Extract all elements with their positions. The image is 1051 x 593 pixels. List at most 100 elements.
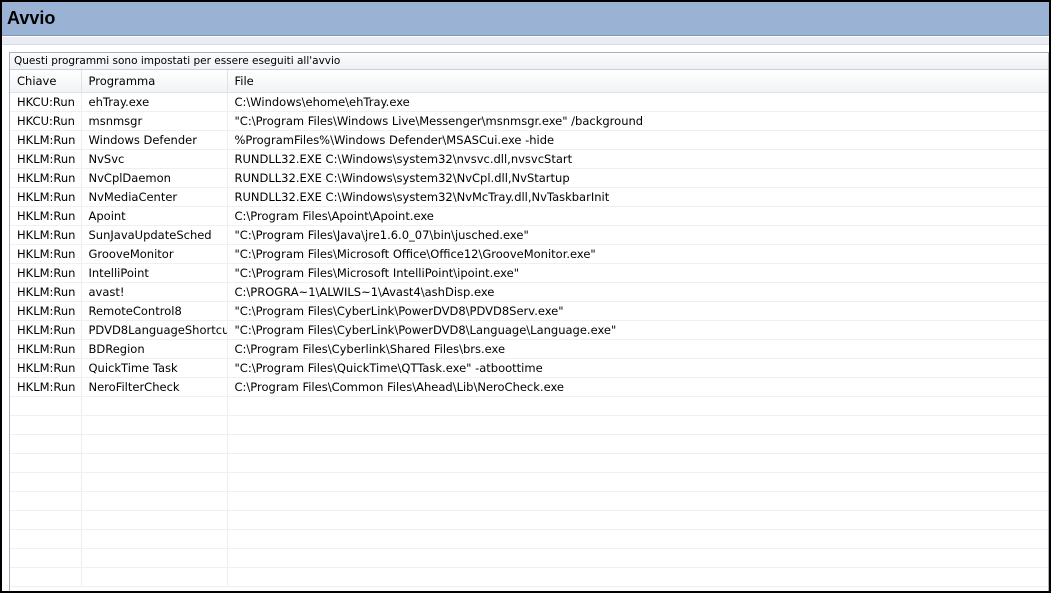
- empty-cell: [10, 396, 82, 416]
- cell-chiave: HKLM:Run: [10, 339, 82, 359]
- cell-programma: NeroFilterCheck: [81, 377, 228, 397]
- empty-row: [10, 472, 1048, 492]
- cell-file: "C:\Program Files\CyberLink\PowerDVD8\PD…: [227, 301, 1048, 321]
- table-row[interactable]: HKCU:Run ehTray.exe C:\Windows\ehome\ehTra…: [10, 92, 1048, 112]
- cell-file: "C:\Program Files\QuickTime\QTTask.exe" …: [227, 358, 1048, 378]
- cell-programma: IntelliPoint: [81, 263, 228, 283]
- table-row[interactable]: HKLM:Run Apoint C:\Program Files\Apoint\Ap…: [10, 206, 1048, 226]
- table-row[interactable]: HKLM:Run NvMediaCenter RUNDLL32.EXE C:\Win…: [10, 187, 1048, 207]
- cell-chiave: HKLM:Run: [10, 168, 82, 188]
- table-row[interactable]: HKLM:Run NeroFilterCheck C:\Program Files\…: [10, 377, 1048, 397]
- cell-chiave: HKLM:Run: [10, 187, 82, 207]
- title-bar: Avvio: [2, 2, 1049, 36]
- empty-cell: [227, 415, 1048, 435]
- cell-programma: QuickTime Task: [81, 358, 228, 378]
- cell-programma: NvSvc: [81, 149, 228, 169]
- startup-window: Avvio Questi programmi sono impostati pe…: [0, 0, 1051, 593]
- startup-table: Chiave Programma File HKCU:Run ehTray.exe…: [10, 70, 1048, 587]
- cell-programma: avast!: [81, 282, 228, 302]
- cell-chiave: HKLM:Run: [10, 358, 82, 378]
- empty-cell: [10, 510, 82, 530]
- table-row[interactable]: HKLM:Run RemoteControl8 "C:\Program Files\…: [10, 301, 1048, 321]
- empty-cell: [81, 510, 228, 530]
- title-separator: [2, 37, 1049, 45]
- empty-cell: [81, 548, 228, 568]
- cell-file: "C:\Program Files\Microsoft IntelliPoint…: [227, 263, 1048, 283]
- cell-programma: RemoteControl8: [81, 301, 228, 321]
- cell-programma: GrooveMonitor: [81, 244, 228, 264]
- cell-file: C:\Windows\ehome\ehTray.exe: [227, 92, 1048, 112]
- cell-chiave: HKLM:Run: [10, 282, 82, 302]
- empty-cell: [10, 529, 82, 549]
- cell-file: "C:\Program Files\Microsoft Office\Offic…: [227, 244, 1048, 264]
- empty-row: [10, 434, 1048, 454]
- empty-cell: [227, 529, 1048, 549]
- cell-programma: Windows Defender: [81, 130, 228, 150]
- table-row[interactable]: HKCU:Run msnmsgr "C:\Program Files\Windows…: [10, 111, 1048, 131]
- cell-chiave: HKLM:Run: [10, 301, 82, 321]
- cell-file: "C:\Program Files\CyberLink\PowerDVD8\La…: [227, 320, 1048, 340]
- empty-cell: [10, 415, 82, 435]
- empty-cell: [10, 567, 82, 587]
- empty-cell: [81, 453, 228, 473]
- page-title: Avvio: [7, 8, 56, 28]
- cell-chiave: HKLM:Run: [10, 206, 82, 226]
- cell-chiave: HKLM:Run: [10, 225, 82, 245]
- empty-row: [10, 567, 1048, 587]
- table-row[interactable]: HKLM:Run GrooveMonitor "C:\Program Files\M…: [10, 244, 1048, 264]
- empty-row: [10, 491, 1048, 511]
- cell-file: C:\Program Files\Common Files\Ahead\Lib\…: [227, 377, 1048, 397]
- empty-cell: [227, 567, 1048, 587]
- cell-programma: msnmsgr: [81, 111, 228, 131]
- table-row[interactable]: HKLM:Run avast! C:\PROGRA~1\ALWILS~1\Avast…: [10, 282, 1048, 302]
- empty-cell: [81, 567, 228, 587]
- column-header-file[interactable]: File: [227, 70, 1048, 93]
- cell-file: RUNDLL32.EXE C:\Windows\system32\NvMcTra…: [227, 187, 1048, 207]
- table-row[interactable]: HKLM:Run BDRegion C:\Program Files\Cyberli…: [10, 339, 1048, 359]
- cell-file: %ProgramFiles%\Windows Defender\MSASCui.…: [227, 130, 1048, 150]
- table-row[interactable]: HKLM:Run NvSvc RUNDLL32.EXE C:\Windows\sys…: [10, 149, 1048, 169]
- empty-cell: [227, 491, 1048, 511]
- panel-caption: Questi programmi sono impostati per esse…: [10, 53, 1048, 70]
- cell-file: C:\PROGRA~1\ALWILS~1\Avast4\ashDisp.exe: [227, 282, 1048, 302]
- empty-row: [10, 396, 1048, 416]
- cell-programma: NvMediaCenter: [81, 187, 228, 207]
- empty-cell: [10, 434, 82, 454]
- empty-row: [10, 510, 1048, 530]
- empty-cell: [227, 453, 1048, 473]
- empty-cell: [10, 548, 82, 568]
- table-row[interactable]: HKLM:Run QuickTime Task "C:\Program Files\…: [10, 358, 1048, 378]
- cell-programma: NvCplDaemon: [81, 168, 228, 188]
- cell-file: RUNDLL32.EXE C:\Windows\system32\nvsvc.d…: [227, 149, 1048, 169]
- cell-programma: SunJavaUpdateSched: [81, 225, 228, 245]
- table-row[interactable]: HKLM:Run NvCplDaemon RUNDLL32.EXE C:\Windo…: [10, 168, 1048, 188]
- empty-cell: [227, 434, 1048, 454]
- table-body: HKCU:Run ehTray.exe C:\Windows\ehome\ehTra…: [10, 92, 1048, 587]
- empty-row: [10, 453, 1048, 473]
- column-header-chiave[interactable]: Chiave: [10, 70, 82, 93]
- table-row[interactable]: HKLM:Run Windows Defender %ProgramFiles%\W…: [10, 130, 1048, 150]
- cell-chiave: HKLM:Run: [10, 244, 82, 264]
- column-header-programma[interactable]: Programma: [81, 70, 228, 93]
- table-row[interactable]: HKLM:Run PDVD8LanguageShortcut "C:\Program…: [10, 320, 1048, 340]
- table-row[interactable]: HKLM:Run SunJavaUpdateSched "C:\Program Fi…: [10, 225, 1048, 245]
- empty-row: [10, 529, 1048, 549]
- empty-row: [10, 548, 1048, 568]
- cell-chiave: HKLM:Run: [10, 149, 82, 169]
- startup-table-container[interactable]: Chiave Programma File HKCU:Run ehTray.exe…: [10, 70, 1048, 591]
- table-header-row: Chiave Programma File: [10, 70, 1048, 93]
- cell-file: C:\Program Files\Cyberlink\Shared Files\…: [227, 339, 1048, 359]
- cell-file: RUNDLL32.EXE C:\Windows\system32\NvCpl.d…: [227, 168, 1048, 188]
- empty-cell: [81, 396, 228, 416]
- cell-programma: PDVD8LanguageShortcut: [81, 320, 228, 340]
- cell-chiave: HKCU:Run: [10, 111, 82, 131]
- cell-chiave: HKLM:Run: [10, 320, 82, 340]
- empty-cell: [227, 396, 1048, 416]
- empty-cell: [10, 453, 82, 473]
- table-row[interactable]: HKLM:Run IntelliPoint "C:\Program Files\Mi…: [10, 263, 1048, 283]
- empty-cell: [227, 472, 1048, 492]
- empty-cell: [81, 529, 228, 549]
- empty-cell: [227, 548, 1048, 568]
- cell-programma: ehTray.exe: [81, 92, 228, 112]
- empty-cell: [81, 434, 228, 454]
